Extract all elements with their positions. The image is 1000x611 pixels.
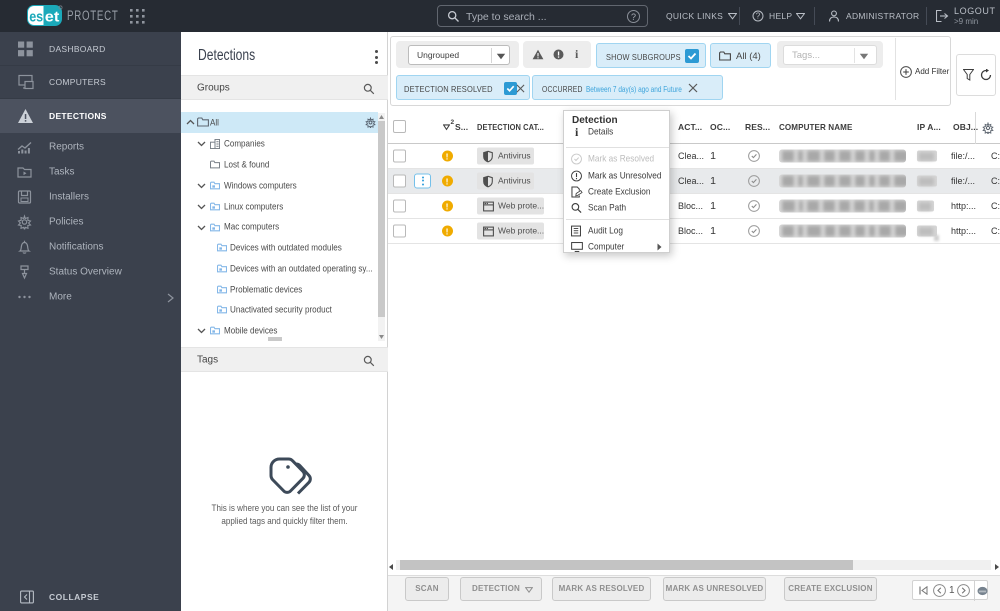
svg-text:es: es xyxy=(29,9,43,25)
svg-text:et: et xyxy=(45,9,60,25)
svg-text:?: ? xyxy=(756,12,761,21)
